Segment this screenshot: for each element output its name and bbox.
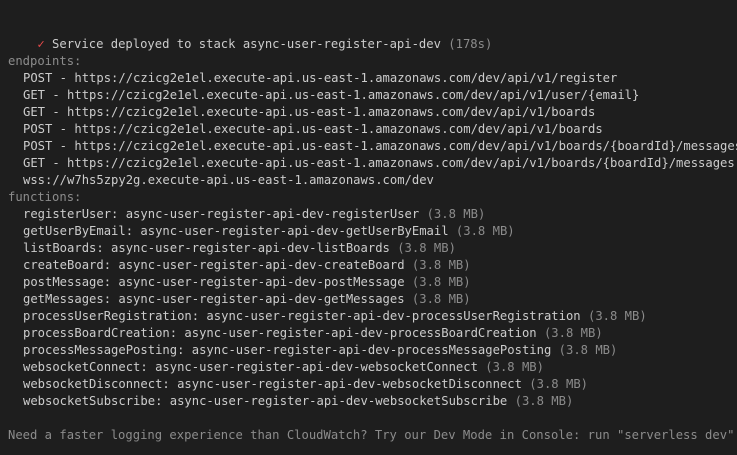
endpoint-item: POST - https://czicg2e1el.execute-api.us…	[23, 71, 618, 85]
function-item: postMessage: async-user-register-api-dev…	[8, 274, 471, 291]
function-size: (3.8 MB)	[411, 258, 471, 272]
function-name: registerUser: async-user-register-api-de…	[23, 207, 420, 221]
function-name: createBoard: async-user-register-api-dev…	[23, 258, 405, 272]
function-name: postMessage: async-user-register-api-dev…	[23, 275, 405, 289]
function-size: (3.8 MB)	[455, 224, 515, 238]
endpoint-item: wss://w7hs5zpy2g.execute-api.us-east-1.a…	[23, 173, 434, 187]
function-item: websocketSubscribe: async-user-register-…	[8, 393, 573, 410]
function-size: (3.8 MB)	[543, 326, 603, 340]
terminal-output[interactable]: ✓ Service deployed to stack async-user-r…	[0, 0, 737, 455]
deploy-duration: (178s)	[448, 37, 493, 51]
function-size: (3.8 MB)	[588, 309, 647, 323]
function-item: getUserByEmail: async-user-register-api-…	[8, 223, 515, 240]
function-item: websocketConnect: async-user-register-ap…	[8, 359, 544, 376]
function-item: getMessages: async-user-register-api-dev…	[8, 291, 471, 308]
function-name: websocketSubscribe: async-user-register-…	[23, 394, 508, 408]
function-item: processBoardCreation: async-user-registe…	[8, 325, 603, 342]
checkmark-icon: ✓	[37, 37, 45, 51]
endpoint-item: GET - https://czicg2e1el.execute-api.us-…	[23, 156, 735, 170]
endpoints-header: endpoints:	[8, 54, 82, 68]
function-name: websocketDisconnect: async-user-register…	[23, 377, 522, 391]
endpoint-item: GET - https://czicg2e1el.execute-api.us-…	[23, 88, 640, 102]
function-size: (3.8 MB)	[485, 360, 544, 374]
function-name: processUserRegistration: async-user-regi…	[23, 309, 581, 323]
endpoint-item: POST - https://czicg2e1el.execute-api.us…	[23, 139, 737, 153]
function-item: listBoards: async-user-register-api-dev-…	[8, 240, 456, 257]
function-item: websocketDisconnect: async-user-register…	[8, 376, 588, 393]
function-size: (3.8 MB)	[411, 292, 471, 306]
deploy-status-line: ✓ Service deployed to stack async-user-r…	[8, 19, 492, 51]
functions-header: functions:	[8, 190, 82, 204]
function-size: (3.8 MB)	[411, 275, 471, 289]
function-name: processBoardCreation: async-user-registe…	[23, 326, 537, 340]
function-size: (3.8 MB)	[426, 207, 486, 221]
function-item: processMessagePosting: async-user-regist…	[8, 342, 617, 359]
function-name: websocketConnect: async-user-register-ap…	[23, 360, 478, 374]
function-size: (3.8 MB)	[558, 343, 618, 357]
endpoint-item: GET - https://czicg2e1el.execute-api.us-…	[23, 105, 596, 119]
footer-tip: Need a faster logging experience than Cl…	[8, 428, 735, 442]
deploy-message: Service deployed to stack async-user-reg…	[52, 37, 441, 51]
function-name: processMessagePosting: async-user-regist…	[23, 343, 552, 357]
function-item: createBoard: async-user-register-api-dev…	[8, 257, 471, 274]
function-size: (3.8 MB)	[397, 241, 456, 255]
function-item: registerUser: async-user-register-api-de…	[8, 206, 485, 223]
function-item: processUserRegistration: async-user-regi…	[8, 308, 647, 325]
function-name: getMessages: async-user-register-api-dev…	[23, 292, 405, 306]
function-name: getUserByEmail: async-user-register-api-…	[23, 224, 449, 238]
function-size: (3.8 MB)	[529, 377, 588, 391]
function-size: (3.8 MB)	[514, 394, 574, 408]
endpoint-item: POST - https://czicg2e1el.execute-api.us…	[23, 122, 603, 136]
function-name: listBoards: async-user-register-api-dev-…	[23, 241, 390, 255]
